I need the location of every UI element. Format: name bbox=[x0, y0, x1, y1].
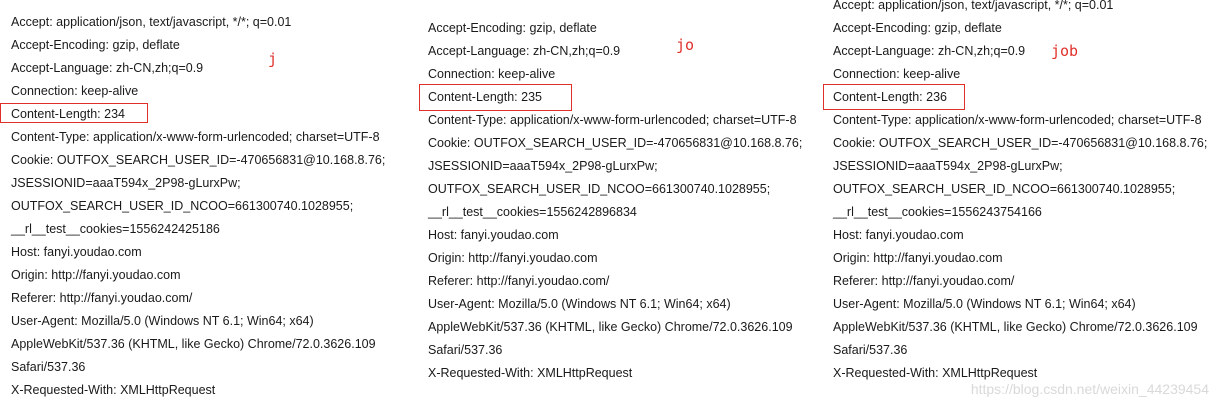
header-line: Connection: keep-alive bbox=[833, 67, 961, 81]
header-line: Cookie: OUTFOX_SEARCH_USER_ID=-470656831… bbox=[428, 136, 803, 150]
header-line: Accept-Language: zh-CN,zh;q=0.9 bbox=[833, 44, 1026, 58]
content-length-highlight-box bbox=[0, 103, 148, 123]
header-line: Host: fanyi.youdao.com bbox=[11, 245, 142, 259]
header-line: Referer: http://fanyi.youdao.com/ bbox=[833, 274, 1015, 288]
header-line: X-Requested-With: XMLHttpRequest bbox=[833, 366, 1038, 380]
request-headers-panel-1: Accept: application/json, text/javascrip… bbox=[0, 0, 410, 403]
header-line: Safari/537.36 bbox=[428, 343, 503, 357]
header-line: User-Agent: Mozilla/5.0 (Windows NT 6.1;… bbox=[11, 314, 314, 328]
header-line: AppleWebKit/537.36 (KHTML, like Gecko) C… bbox=[428, 320, 793, 334]
header-line: AppleWebKit/537.36 (KHTML, like Gecko) C… bbox=[11, 337, 376, 351]
header-line: Content-Type: application/x-www-form-url… bbox=[833, 113, 1202, 127]
header-line: Cookie: OUTFOX_SEARCH_USER_ID=-470656831… bbox=[833, 136, 1208, 150]
handwritten-annotation: jo bbox=[676, 36, 695, 54]
content-length-highlight-box bbox=[823, 84, 965, 110]
header-line: OUTFOX_SEARCH_USER_ID_NCOO=661300740.102… bbox=[11, 199, 354, 213]
header-line: Safari/537.36 bbox=[11, 360, 86, 374]
request-headers-panel-3: Accept: application/json, text/javascrip… bbox=[823, 0, 1219, 403]
header-line: Origin: http://fanyi.youdao.com bbox=[428, 251, 598, 265]
header-line: Origin: http://fanyi.youdao.com bbox=[833, 251, 1003, 265]
header-line: X-Requested-With: XMLHttpRequest bbox=[11, 383, 216, 397]
header-line: Referer: http://fanyi.youdao.com/ bbox=[11, 291, 193, 305]
header-line: Host: fanyi.youdao.com bbox=[833, 228, 964, 242]
header-line: OUTFOX_SEARCH_USER_ID_NCOO=661300740.102… bbox=[833, 182, 1176, 196]
request-headers-panel-2: Accept-Encoding: gzip, deflate Accept-La… bbox=[418, 0, 816, 403]
header-line: X-Requested-With: XMLHttpRequest bbox=[428, 366, 633, 380]
header-line: Host: fanyi.youdao.com bbox=[428, 228, 559, 242]
header-line: Content-Type: application/x-www-form-url… bbox=[428, 113, 797, 127]
header-line: JSESSIONID=aaaT594x_2P98-gLurxPw; bbox=[11, 176, 241, 190]
header-line: User-Agent: Mozilla/5.0 (Windows NT 6.1;… bbox=[428, 297, 731, 311]
handwritten-annotation: j bbox=[268, 50, 278, 68]
header-line: Accept-Encoding: gzip, deflate bbox=[428, 21, 597, 35]
header-line: __rl__test__cookies=1556242896834 bbox=[428, 205, 637, 219]
header-line: Connection: keep-alive bbox=[428, 67, 556, 81]
header-line: Referer: http://fanyi.youdao.com/ bbox=[428, 274, 610, 288]
header-line: Content-Type: application/x-www-form-url… bbox=[11, 130, 380, 144]
header-line: Accept: application/json, text/javascrip… bbox=[11, 15, 292, 29]
header-line: Accept-Language: zh-CN,zh;q=0.9 bbox=[11, 61, 204, 75]
header-line: JSESSIONID=aaaT594x_2P98-gLurxPw; bbox=[428, 159, 658, 173]
header-line: Cookie: OUTFOX_SEARCH_USER_ID=-470656831… bbox=[11, 153, 386, 167]
header-line: AppleWebKit/537.36 (KHTML, like Gecko) C… bbox=[833, 320, 1198, 334]
header-line: User-Agent: Mozilla/5.0 (Windows NT 6.1;… bbox=[833, 297, 1136, 311]
header-line: Connection: keep-alive bbox=[11, 84, 139, 98]
header-line: Accept-Encoding: gzip, deflate bbox=[11, 38, 180, 52]
header-line: __rl__test__cookies=1556242425186 bbox=[11, 222, 220, 236]
watermark-text: https://blog.csdn.net/weixin_44239454 bbox=[970, 381, 1209, 397]
header-line: __rl__test__cookies=1556243754166 bbox=[833, 205, 1042, 219]
handwritten-annotation: job bbox=[1051, 42, 1079, 60]
header-line: JSESSIONID=aaaT594x_2P98-gLurxPw; bbox=[833, 159, 1063, 173]
header-line: OUTFOX_SEARCH_USER_ID_NCOO=661300740.102… bbox=[428, 182, 771, 196]
header-line: Safari/537.36 bbox=[833, 343, 908, 357]
header-line: Origin: http://fanyi.youdao.com bbox=[11, 268, 181, 282]
content-length-highlight-box bbox=[419, 84, 572, 111]
header-line: Accept-Language: zh-CN,zh;q=0.9 bbox=[428, 44, 621, 58]
header-line: Accept-Encoding: gzip, deflate bbox=[833, 21, 1002, 35]
header-line: Accept: application/json, text/javascrip… bbox=[833, 0, 1114, 12]
